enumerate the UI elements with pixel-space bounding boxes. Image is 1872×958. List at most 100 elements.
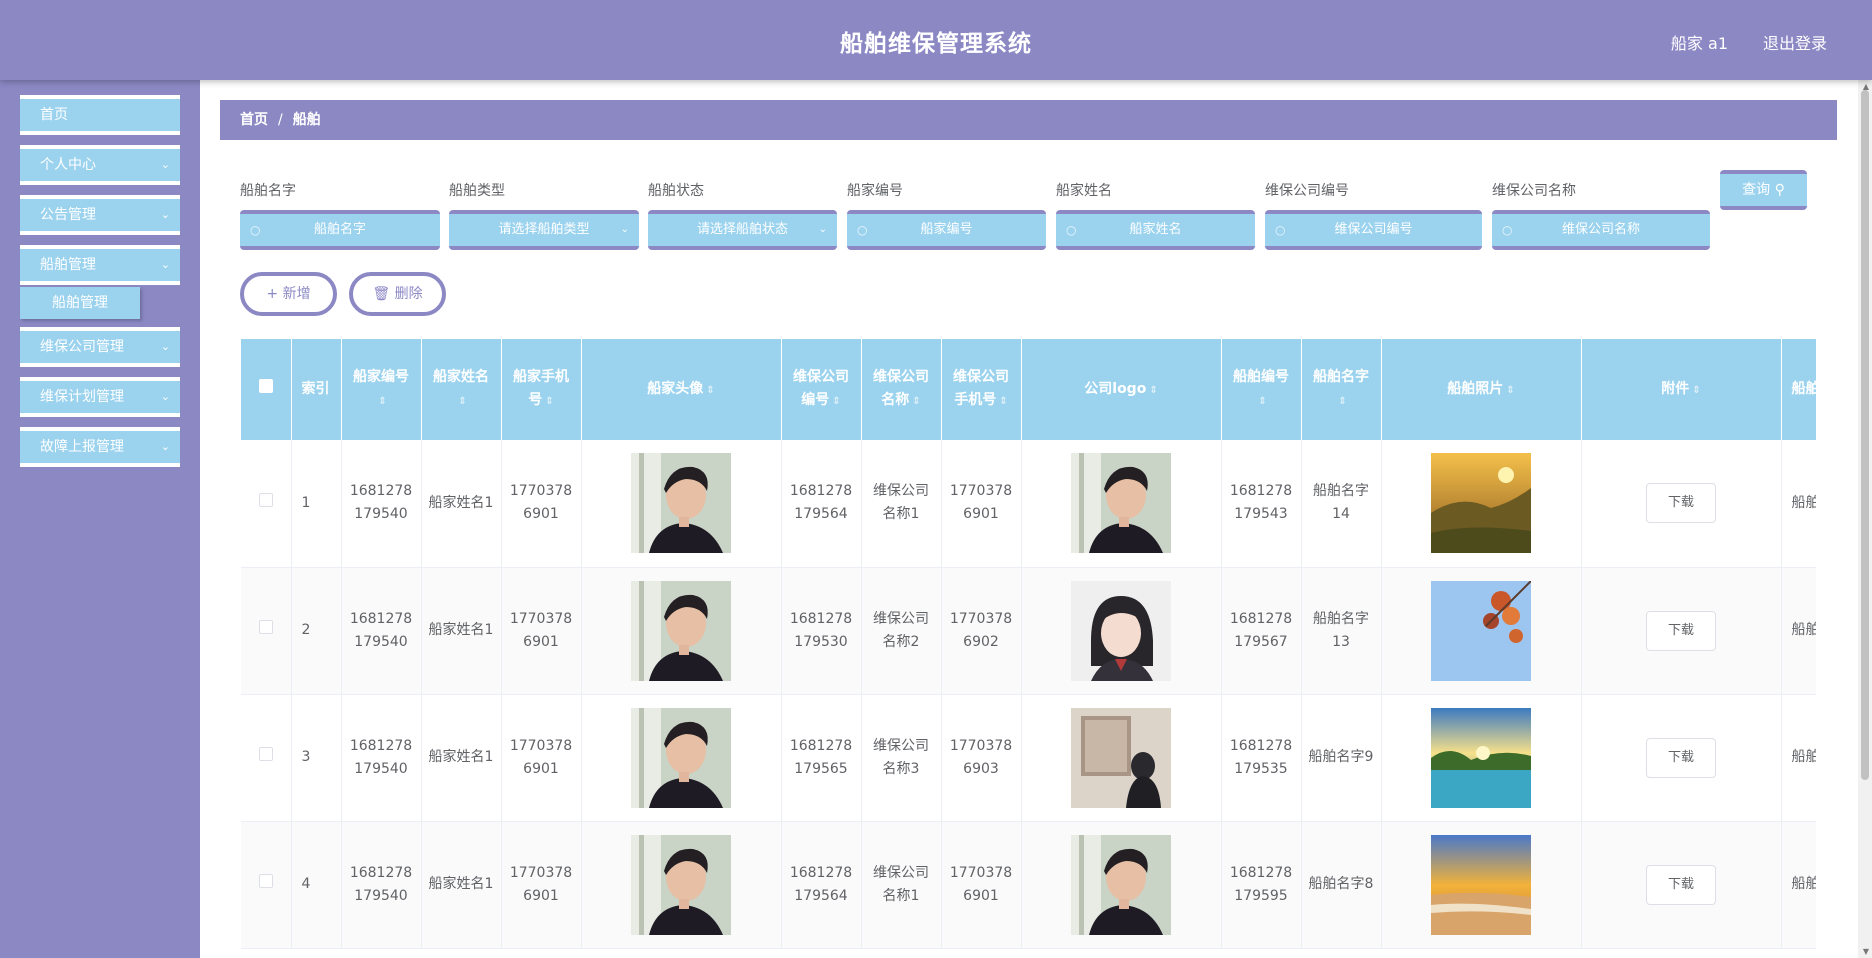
sidebar-item-company[interactable]: 维保公司管理 ⌄ bbox=[20, 327, 180, 367]
header-ship-photo[interactable]: 船舶照片 ⇕ bbox=[1381, 339, 1582, 440]
sort-icon[interactable]: ⇕ bbox=[1338, 396, 1346, 407]
cell-ship-photo[interactable] bbox=[1381, 440, 1582, 568]
sort-icon[interactable]: ⇕ bbox=[1692, 385, 1700, 396]
cell-ship-photo[interactable] bbox=[1381, 694, 1582, 822]
row-checkbox[interactable] bbox=[241, 440, 292, 568]
cell-company-phone: 17703786901 bbox=[941, 440, 1022, 568]
scrollbar-thumb[interactable] bbox=[1861, 90, 1869, 780]
cell-company-logo[interactable] bbox=[1021, 567, 1222, 695]
sidebar-item-plan[interactable]: 维保计划管理 ⌄ bbox=[20, 377, 180, 417]
add-button[interactable]: + 新增 bbox=[240, 272, 337, 316]
header-company-logo[interactable]: 公司logo ⇕ bbox=[1021, 339, 1222, 440]
header-attachment[interactable]: 附件 ⇕ bbox=[1581, 339, 1782, 440]
sidebar: 首页 个人中心 ⌄ 公告管理 ⌄ 船舶管理 ⌄ 船舶管理 维保公司管理 ⌄ 维保… bbox=[0, 80, 200, 958]
header-owner-avatar[interactable]: 船家头像 ⇕ bbox=[581, 339, 782, 440]
person-icon: ○ bbox=[1275, 223, 1286, 237]
header-company-phone[interactable]: 维保公司手机号 ⇕ bbox=[941, 339, 1022, 440]
cell-owner-avatar[interactable] bbox=[581, 694, 782, 822]
top-header: 船舶维保管理系统 船家 a1 退出登录 bbox=[0, 0, 1872, 80]
cell-owner-no: 1681278179540 bbox=[341, 567, 422, 695]
scroll-down-arrow-icon[interactable]: ▼ bbox=[1863, 947, 1869, 956]
row-checkbox[interactable] bbox=[241, 694, 292, 822]
owner-no-input[interactable]: ○ 船家编号 bbox=[847, 210, 1046, 250]
download-button[interactable]: 下载 bbox=[1646, 483, 1716, 524]
sidebar-item-label: 故障上报管理 bbox=[40, 439, 124, 455]
row-checkbox[interactable] bbox=[241, 821, 292, 949]
sort-icon[interactable]: ⇕ bbox=[458, 396, 466, 407]
cell-ship-no: 1681278179543 bbox=[1221, 440, 1302, 568]
cell-ship-name: 船舶名字9 bbox=[1301, 694, 1382, 822]
ship-status-select[interactable]: 请选择船舶状态 ⌄ bbox=[648, 210, 837, 250]
chevron-down-icon: ⌄ bbox=[160, 390, 170, 403]
sidebar-item-fault[interactable]: 故障上报管理 ⌄ bbox=[20, 427, 180, 467]
cell-ship-photo[interactable] bbox=[1381, 821, 1582, 949]
sort-icon[interactable]: ⇕ bbox=[1149, 385, 1157, 396]
select-all-checkbox[interactable] bbox=[241, 339, 292, 440]
cell-ship-photo[interactable] bbox=[1381, 567, 1582, 695]
sidebar-item-notice[interactable]: 公告管理 ⌄ bbox=[20, 195, 180, 235]
sidebar-item-profile[interactable]: 个人中心 ⌄ bbox=[20, 145, 180, 185]
header-ship-no[interactable]: 船舶编号 ⇕ bbox=[1221, 339, 1302, 440]
ship-name-placeholder: 船舶名字 bbox=[313, 222, 366, 237]
chevron-down-icon: ⌄ bbox=[160, 208, 170, 221]
download-button[interactable]: 下载 bbox=[1646, 864, 1716, 905]
header-ship-type: 船舶 bbox=[1781, 339, 1816, 440]
sort-icon[interactable]: ⇕ bbox=[1506, 385, 1514, 396]
company-no-input[interactable]: ○ 维保公司编号 bbox=[1265, 210, 1482, 250]
company-name-placeholder: 维保公司名称 bbox=[1561, 222, 1640, 237]
cell-owner-avatar[interactable] bbox=[581, 821, 782, 949]
sidebar-item-home[interactable]: 首页 bbox=[20, 95, 180, 135]
sort-icon[interactable]: ⇕ bbox=[1258, 396, 1266, 407]
cell-ship-type: 船舶 bbox=[1781, 821, 1816, 949]
download-button[interactable]: 下载 bbox=[1646, 737, 1716, 778]
header-ship-name[interactable]: 船舶名字 ⇕ bbox=[1301, 339, 1382, 440]
cell-company-name: 维保公司名称3 bbox=[861, 694, 942, 822]
download-button[interactable]: 下载 bbox=[1646, 610, 1716, 651]
cell-company-name: 维保公司名称1 bbox=[861, 821, 942, 949]
owner-no-placeholder: 船家编号 bbox=[920, 222, 973, 237]
cell-owner-avatar[interactable] bbox=[581, 440, 782, 568]
cell-owner-phone: 17703786901 bbox=[501, 440, 582, 568]
row-checkbox[interactable] bbox=[241, 567, 292, 695]
add-label: 新增 bbox=[282, 286, 311, 302]
company-name-input[interactable]: ○ 维保公司名称 bbox=[1492, 210, 1710, 250]
cell-company-no: 1681278179565 bbox=[781, 694, 862, 822]
cell-company-logo[interactable] bbox=[1021, 694, 1222, 822]
chevron-up-icon: ⌄ bbox=[160, 258, 170, 271]
cell-owner-name: 船家姓名1 bbox=[421, 821, 502, 949]
header-company-name[interactable]: 维保公司名称 ⇕ bbox=[861, 339, 942, 440]
header-owner-name[interactable]: 船家姓名 ⇕ bbox=[421, 339, 502, 440]
header-label: 船舶编号 bbox=[1233, 369, 1289, 385]
breadcrumb-home[interactable]: 首页 bbox=[240, 112, 268, 128]
plus-icon: + bbox=[266, 286, 279, 302]
ship-table: 索引 船家编号⇕ 船家姓名⇕ 船家手机号 ⇕ 船家头像 ⇕ 维保公司编号 ⇕ 维保公司… bbox=[241, 339, 1816, 958]
sort-icon[interactable]: ⇕ bbox=[999, 396, 1007, 407]
header-company-no[interactable]: 维保公司编号 ⇕ bbox=[781, 339, 862, 440]
delete-button[interactable]: 🗑 删除 bbox=[349, 272, 446, 316]
sort-icon[interactable]: ⇕ bbox=[378, 396, 386, 407]
cell-owner-avatar[interactable] bbox=[581, 567, 782, 695]
sort-icon[interactable]: ⇕ bbox=[706, 385, 714, 396]
sort-icon[interactable]: ⇕ bbox=[912, 396, 920, 407]
chevron-down-icon: ⌄ bbox=[160, 440, 170, 453]
sort-icon[interactable]: ⇕ bbox=[832, 396, 840, 407]
cell-company-logo[interactable] bbox=[1021, 821, 1222, 949]
sort-icon[interactable]: ⇕ bbox=[545, 396, 553, 407]
owner-name-input[interactable]: ○ 船家姓名 bbox=[1056, 210, 1255, 250]
breadcrumb-current: 船舶 bbox=[292, 112, 321, 128]
header-owner-phone[interactable]: 船家手机号 ⇕ bbox=[501, 339, 582, 440]
cell-owner-phone: 17703786901 bbox=[501, 567, 582, 695]
breadcrumb-separator: / bbox=[278, 112, 283, 128]
header-owner-no[interactable]: 船家编号 ⇕ bbox=[341, 339, 422, 440]
current-user: 船家 a1 bbox=[1670, 34, 1728, 53]
label-ship-name: 船舶名字 bbox=[240, 183, 296, 199]
logout-link[interactable]: 退出登录 bbox=[1763, 30, 1827, 54]
sidebar-item-ship[interactable]: 船舶管理 ⌄ bbox=[20, 245, 180, 285]
table-header-row: 索引 船家编号⇕ 船家姓名⇕ 船家手机号 ⇕ 船家头像 ⇕ 维保公司编号 ⇕ 维保公司… bbox=[241, 339, 1816, 440]
header-label: 船家编号 bbox=[353, 369, 409, 385]
sidebar-subitem-ship-management[interactable]: 船舶管理 bbox=[20, 287, 140, 319]
cell-company-logo[interactable] bbox=[1021, 440, 1222, 568]
query-button[interactable]: 查询 ⚲ bbox=[1720, 170, 1807, 210]
ship-name-input[interactable]: ○ 船舶名字 bbox=[240, 210, 440, 250]
ship-type-select[interactable]: 请选择船舶类型 ⌄ bbox=[449, 210, 639, 250]
